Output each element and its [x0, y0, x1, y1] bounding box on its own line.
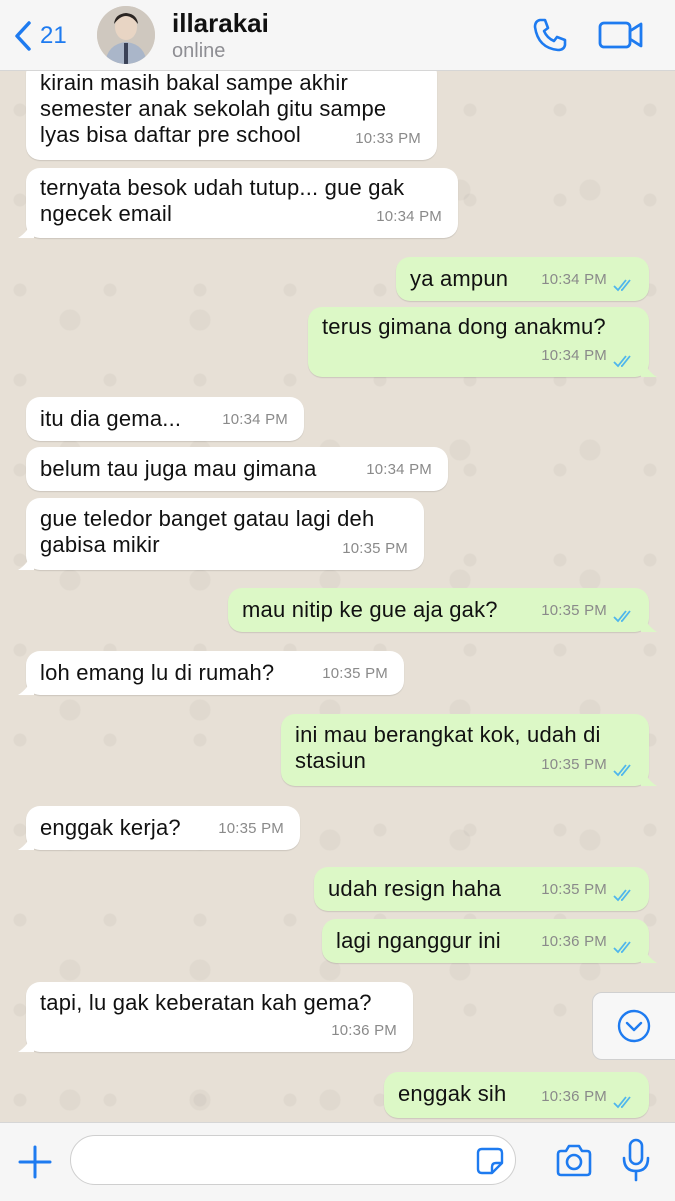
message-time: 10:35 PM	[218, 820, 284, 837]
message-time: 10:34 PM	[376, 208, 442, 225]
message-time: 10:35 PM	[541, 602, 607, 619]
scroll-to-bottom-button[interactable]	[592, 992, 675, 1060]
message-bubble-outgoing[interactable]: lagi nganggur ini 10:36 PM	[322, 919, 657, 963]
read-receipt-icon	[613, 1096, 631, 1109]
message-bubble-outgoing[interactable]: ya ampun 10:34 PM	[396, 257, 649, 301]
voice-message-button[interactable]	[620, 1137, 652, 1183]
chevron-down-circle-icon	[617, 1009, 651, 1043]
message-bubble-incoming[interactable]: loh emang lu di rumah? 10:35 PM	[18, 651, 404, 695]
phone-icon	[533, 18, 567, 52]
message-time: 10:33 PM	[355, 130, 421, 147]
message-time: 10:34 PM	[541, 347, 607, 364]
contact-name[interactable]: illarakai	[172, 8, 269, 39]
video-icon	[598, 21, 643, 49]
read-receipt-icon	[613, 279, 631, 292]
avatar[interactable]	[97, 6, 155, 64]
message-bubble-incoming[interactable]: enggak kerja? 10:35 PM	[18, 806, 300, 850]
message-bubble-outgoing[interactable]: udah resign haha 10:35 PM	[314, 867, 649, 911]
sticker-button[interactable]	[474, 1145, 506, 1177]
message-time: 10:36 PM	[541, 933, 607, 950]
message-text: terus gimana dong anakmu?	[322, 314, 606, 339]
message-input[interactable]	[70, 1135, 516, 1185]
read-receipt-icon	[613, 764, 631, 777]
attach-button[interactable]	[16, 1143, 54, 1181]
message-list[interactable]: kirain masih bakal sampe akhir semester …	[0, 70, 675, 1122]
camera-icon	[556, 1144, 592, 1177]
sticker-icon	[476, 1147, 504, 1175]
read-receipt-icon	[613, 889, 631, 902]
message-bubble-incoming[interactable]: gue teledor banget gatau lagi deh gabisa…	[18, 498, 424, 570]
composer-bar	[0, 1122, 675, 1201]
message-bubble-incoming[interactable]: ternyata besok udah tutup... gue gak nge…	[18, 168, 458, 238]
message-bubble-outgoing[interactable]: ini mau berangkat kok, udah di stasiun 1…	[281, 714, 657, 786]
read-receipt-icon	[613, 941, 631, 954]
message-bubble-outgoing[interactable]: enggak sih 10:36 PM	[384, 1072, 649, 1118]
message-time: 10:35 PM	[342, 540, 408, 557]
chevron-left-icon	[15, 21, 31, 51]
message-bubble-incoming[interactable]: itu dia gema... 10:34 PM	[26, 397, 304, 441]
message-time: 10:36 PM	[331, 1022, 397, 1039]
read-receipt-icon	[613, 355, 631, 368]
message-time: 10:34 PM	[366, 461, 432, 478]
message-bubble-incoming[interactable]: tapi, lu gak keberatan kah gema? 10:36 P…	[18, 982, 413, 1052]
video-call-button[interactable]	[598, 18, 644, 52]
voice-call-button[interactable]	[530, 15, 570, 55]
message-time: 10:34 PM	[541, 271, 607, 288]
plus-icon	[18, 1145, 52, 1179]
message-text: tapi, lu gak keberatan kah gema?	[40, 990, 372, 1015]
message-time: 10:35 PM	[322, 665, 388, 682]
message-time: 10:35 PM	[541, 881, 607, 898]
message-bubble-incoming[interactable]: belum tau juga mau gimana 10:34 PM	[26, 447, 448, 491]
message-bubble-outgoing[interactable]: mau nitip ke gue aja gak? 10:35 PM	[228, 588, 657, 632]
unread-count: 21	[40, 22, 67, 49]
camera-button[interactable]	[554, 1141, 594, 1181]
read-receipt-icon	[613, 610, 631, 623]
message-time: 10:34 PM	[222, 411, 288, 428]
chat-header: 21 illarakai online	[0, 0, 675, 71]
message-bubble-incoming[interactable]: kirain masih bakal sampe akhir semester …	[26, 70, 437, 160]
message-bubble-outgoing[interactable]: terus gimana dong anakmu? 10:34 PM	[308, 307, 657, 377]
back-button[interactable]: 21	[12, 18, 67, 54]
contact-status: online	[172, 40, 226, 62]
microphone-icon	[622, 1138, 650, 1182]
message-time: 10:35 PM	[541, 756, 607, 773]
message-time: 10:36 PM	[541, 1088, 607, 1105]
